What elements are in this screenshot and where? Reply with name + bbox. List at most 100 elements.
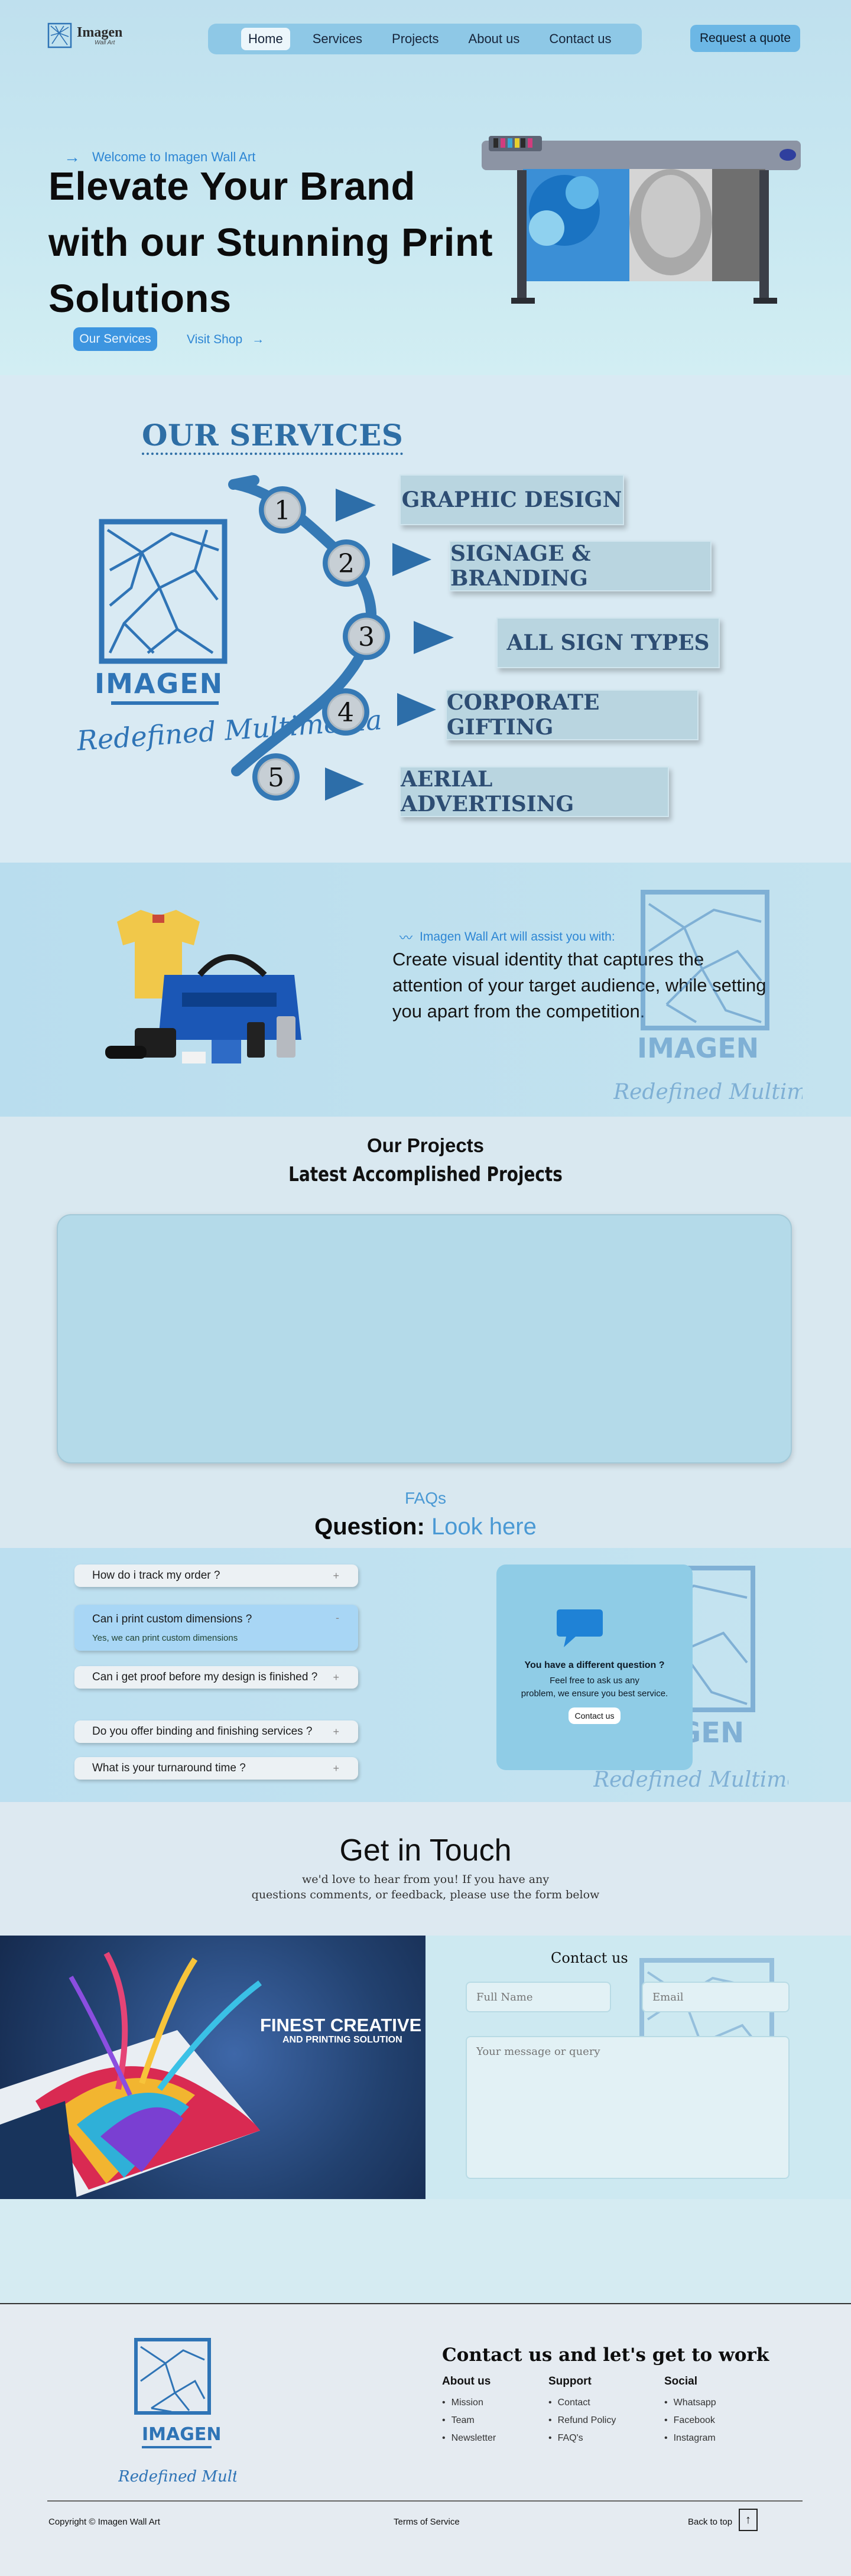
hero-title-line2: with our Stunning Print xyxy=(48,220,493,265)
footer-link-instagram[interactable]: Instagram xyxy=(664,2429,716,2447)
nav-projects[interactable]: Projects xyxy=(385,28,446,50)
pointer-triangle-icon xyxy=(392,543,431,576)
step-circle-2: 2 xyxy=(323,539,370,587)
plus-icon: + xyxy=(333,1671,339,1683)
faq-question: What is your turnaround time ? xyxy=(92,1762,246,1774)
message-field[interactable] xyxy=(466,2036,790,2179)
card-contact-button[interactable]: Contact us xyxy=(569,1707,621,1724)
service-aerial-advertising[interactable]: AERIAL ADVERTISING xyxy=(399,766,669,817)
header-logo[interactable]: Imagen Wall Art xyxy=(47,22,122,48)
nav-home[interactable]: Home xyxy=(241,28,290,50)
svg-text:5: 5 xyxy=(268,763,284,793)
full-name-field[interactable] xyxy=(466,1982,611,2012)
printer-image xyxy=(482,136,801,304)
footer-link-refund-policy[interactable]: Refund Policy xyxy=(548,2412,616,2429)
faq-question: Do you offer binding and finishing servi… xyxy=(92,1725,313,1738)
footer-brand: IMAGEN xyxy=(142,2424,221,2445)
faq-item[interactable]: Do you offer binding and finishing servi… xyxy=(74,1720,358,1743)
projects-subheading: Latest Accomplished Projects xyxy=(288,1163,563,1186)
logo-watermark: IMAGEN Redefined Multimedia xyxy=(613,890,803,1104)
step-circle-4: 4 xyxy=(322,688,369,736)
visit-shop-label: Visit Shop xyxy=(187,333,243,346)
pointer-triangle-icon xyxy=(414,621,454,654)
step-circle-5: 5 xyxy=(252,753,300,801)
service-signage-branding[interactable]: SIGNAGE & BRANDING xyxy=(449,541,712,591)
footer-column-support: Support Contact Refund Policy FAQ's xyxy=(548,2375,616,2447)
banner-line2: AND PRINTING SOLUTION xyxy=(282,2035,402,2045)
faq-answer: Yes, we can print custom dimensions xyxy=(92,1632,238,1643)
chat-bubble-icon xyxy=(557,1609,603,1647)
our-services-button[interactable]: Our Services xyxy=(73,327,157,351)
wave-icon: 〰 xyxy=(399,931,413,945)
nav-services[interactable]: Services xyxy=(306,28,369,50)
svg-text:2: 2 xyxy=(338,549,355,579)
plus-icon: + xyxy=(333,1569,339,1582)
footer-column-about: About us Mission Team Newsletter xyxy=(442,2375,496,2447)
contact-form-section: FINEST CREATIVE AND PRINTING SOLUTION Co… xyxy=(0,1936,851,2199)
faq-question: How do i track my order ? xyxy=(92,1569,220,1582)
services-brand-word: IMAGEN xyxy=(95,668,223,700)
imagen-logo-icon xyxy=(99,519,228,664)
banner-line1: FINEST CREATIVE xyxy=(260,2015,422,2035)
identity-line3: you apart from the competition. xyxy=(392,1001,645,1022)
visit-shop-link[interactable]: Visit Shop → xyxy=(187,333,264,347)
projects-heading: Our Projects xyxy=(366,1134,485,1156)
merchandise-image xyxy=(105,910,301,1063)
creative-banner: FINEST CREATIVE AND PRINTING SOLUTION xyxy=(0,1936,426,2199)
footer-link-newsletter[interactable]: Newsletter xyxy=(442,2429,496,2447)
step-circle-1: 1 xyxy=(259,486,306,534)
hero-title-line1: Elevate Your Brand xyxy=(48,164,415,209)
touch-line1: we'd love to hear from you! If you have … xyxy=(301,1873,550,1886)
email-field[interactable] xyxy=(642,1982,790,2012)
request-quote-button[interactable]: Request a quote xyxy=(690,25,800,52)
footer-link-facebook[interactable]: Facebook xyxy=(664,2412,716,2429)
projects-gallery[interactable] xyxy=(57,1214,792,1463)
footer-link-whatsapp[interactable]: Whatsapp xyxy=(664,2394,716,2412)
hero-title: Elevate Your Brand with our Stunning Pri… xyxy=(48,158,498,327)
nav-about-us[interactable]: About us xyxy=(462,28,527,50)
faq-item[interactable]: What is your turnaround time ? + xyxy=(74,1757,358,1780)
nav-contact-us[interactable]: Contact us xyxy=(542,28,618,50)
service-all-sign-types[interactable]: ALL SIGN TYPES xyxy=(496,617,720,668)
svg-text:4: 4 xyxy=(337,698,354,728)
faq-question: Can i print custom dimensions ? xyxy=(92,1612,252,1625)
faq-item[interactable]: Can i get proof before my design is fini… xyxy=(74,1666,358,1689)
arrow-up-icon[interactable]: ↑ xyxy=(739,2509,758,2531)
step-circle-3: 3 xyxy=(343,613,390,660)
svg-text:1: 1 xyxy=(274,496,291,526)
footer-column-social: Social Whatsapp Facebook Instagram xyxy=(664,2375,716,2447)
back-to-top-label[interactable]: Back to top xyxy=(688,2517,732,2527)
logo-tagline: Wall Art xyxy=(95,40,115,46)
services-section: OUR SERVICES IMAGEN Redefined Multimedia… xyxy=(0,375,851,863)
assist-line: 〰 Imagen Wall Art will assist you with: xyxy=(399,928,615,947)
footer-logo[interactable]: IMAGEN Redefined Multimedia xyxy=(118,2334,236,2487)
faq-heading-blue: Look here xyxy=(431,1514,537,1540)
footer-link-faqs[interactable]: FAQ's xyxy=(548,2429,616,2447)
footer-link-contact[interactable]: Contact xyxy=(548,2394,616,2412)
minus-icon: - xyxy=(336,1612,339,1624)
faq-heading: Question: Look here xyxy=(0,1514,851,1540)
logo-mark-icon xyxy=(47,22,72,48)
hero-title-line3: Solutions xyxy=(48,277,232,321)
service-graphic-design[interactable]: GRAPHIC DESIGN xyxy=(399,474,624,525)
watermark-brand: IMAGEN xyxy=(637,1032,759,1064)
faq-item[interactable]: How do i track my order ? + xyxy=(74,1565,358,1587)
footer-link-team[interactable]: Team xyxy=(442,2412,496,2429)
faq-question: Can i get proof before my design is fini… xyxy=(92,1671,318,1683)
faq-item-open[interactable]: Can i print custom dimensions ? Yes, we … xyxy=(74,1605,358,1651)
faq-tag: FAQs xyxy=(404,1489,446,1507)
footer-brand-script: Redefined Multimedia xyxy=(118,2468,236,2486)
arrow-right-icon: → xyxy=(252,333,265,346)
terms-link[interactable]: Terms of Service xyxy=(394,2517,460,2527)
watermark-script: Redefined Multimedia xyxy=(613,1080,803,1104)
plus-icon: + xyxy=(333,1725,339,1738)
copyright: Copyright © Imagen Wall Art xyxy=(48,2517,160,2527)
hero-section: Imagen Wall Art Home Services Projects A… xyxy=(0,0,851,375)
card-text1: Feel free to ask us any xyxy=(550,1676,639,1686)
faq-heading-black: Question: xyxy=(314,1514,425,1540)
logo-name: Imagen xyxy=(77,25,123,40)
footer-link-mission[interactable]: Mission xyxy=(442,2394,496,2412)
faq-section: How do i track my order ? + Can i print … xyxy=(0,1548,851,1802)
service-corporate-gifting[interactable]: CORPORATE GIFTING xyxy=(446,689,699,740)
touch-title: Get in Touch xyxy=(339,1833,512,1868)
